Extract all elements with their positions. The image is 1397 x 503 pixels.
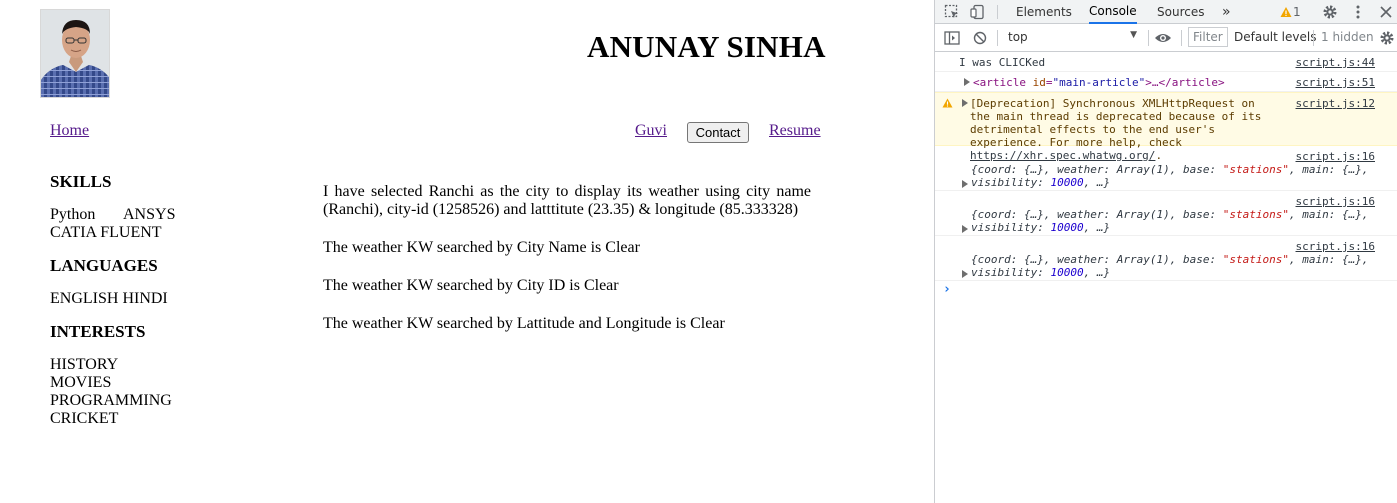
toolbar-divider bbox=[997, 30, 998, 46]
toolbar-divider bbox=[1148, 30, 1149, 46]
device-toolbar-icon[interactable] bbox=[969, 3, 987, 21]
interests-heading: INTERESTS bbox=[50, 322, 146, 341]
skill-item: Python bbox=[50, 206, 96, 223]
toolbar-divider bbox=[1181, 30, 1182, 46]
console-output: I was CLICKed script.js:44 <article id="… bbox=[935, 52, 1397, 301]
interest-item: CRICKET bbox=[50, 410, 119, 427]
web-page: ANUNAY SINHA Home Guvi Contact Resume SK… bbox=[0, 0, 934, 503]
source-link[interactable]: script.js:16 bbox=[1296, 150, 1375, 163]
warning-icon bbox=[942, 98, 953, 111]
languages-list: ENGLISH HINDI bbox=[50, 290, 168, 307]
nav-home-link[interactable]: Home bbox=[50, 122, 89, 140]
main-article: I have selected Ranchi as the city to di… bbox=[323, 183, 811, 353]
log-levels-dropdown[interactable]: Default levels bbox=[1234, 30, 1316, 44]
tab-elements[interactable]: Elements bbox=[1016, 0, 1072, 24]
skill-item: CATIA FLUENT bbox=[50, 224, 162, 241]
clear-console-icon[interactable] bbox=[971, 29, 989, 47]
context-selector[interactable]: top ▼ bbox=[1005, 27, 1140, 47]
console-toolbar: top ▼ Filter Default levels 1 hidden bbox=[935, 24, 1397, 52]
console-object-message: script.js:16 {coord: {…}, weather: Array… bbox=[935, 146, 1397, 191]
expand-triangle-icon[interactable] bbox=[962, 180, 968, 188]
object-preview[interactable]: {coord: {…}, weather: Array(1), base: "s… bbox=[959, 253, 1376, 279]
weather-by-name: The weather KW searched by City Name is … bbox=[323, 239, 640, 256]
console-message: <article id="main-article">…</article> s… bbox=[935, 72, 1397, 92]
source-link[interactable]: script.js:16 bbox=[1296, 195, 1375, 208]
console-element-preview[interactable]: <article id="main-article">…</article> bbox=[965, 76, 1225, 89]
console-log-text: I was CLICKed bbox=[959, 56, 1046, 69]
source-link[interactable]: script.js:44 bbox=[1296, 56, 1375, 69]
inspect-element-icon[interactable] bbox=[943, 3, 961, 21]
person-photo-icon bbox=[41, 10, 109, 97]
weather-by-coords: The weather KW searched by Lattitude and… bbox=[323, 315, 725, 332]
devtools-panel: Elements Console Sources » 1 top ▼ Filte… bbox=[934, 0, 1397, 503]
skills-list: Python ANSYS CATIA FLUENT bbox=[50, 206, 280, 242]
source-link[interactable]: script.js:12 bbox=[1296, 97, 1375, 110]
settings-gear-icon[interactable] bbox=[1321, 3, 1339, 21]
skill-item: ANSYS bbox=[123, 206, 176, 223]
expand-triangle-icon[interactable] bbox=[962, 270, 968, 278]
sidebar-toggle-icon[interactable] bbox=[943, 29, 961, 47]
hidden-messages-count: 1 hidden bbox=[1321, 30, 1374, 44]
interest-item: HISTORY bbox=[50, 356, 119, 373]
context-value: top bbox=[1008, 30, 1028, 44]
console-message: I was CLICKed script.js:44 bbox=[935, 52, 1397, 72]
console-prompt-icon: › bbox=[943, 282, 951, 297]
warning-text: [Deprecation] Synchronous XMLHttpRequest… bbox=[970, 97, 1262, 149]
weather-by-id: The weather KW searched by City ID is Cl… bbox=[323, 277, 619, 294]
console-settings-gear-icon[interactable] bbox=[1378, 29, 1396, 47]
nav-guvi-link[interactable]: Guvi bbox=[635, 122, 667, 140]
expand-triangle-icon[interactable] bbox=[964, 78, 970, 86]
expand-triangle-icon[interactable] bbox=[962, 225, 968, 233]
interest-item: PROGRAMMING bbox=[50, 392, 172, 409]
tab-sources[interactable]: Sources bbox=[1157, 0, 1204, 24]
contact-button[interactable]: Contact bbox=[687, 122, 749, 143]
devtools-tab-bar: Elements Console Sources » 1 bbox=[935, 0, 1397, 24]
source-link[interactable]: script.js:51 bbox=[1296, 76, 1375, 89]
close-icon[interactable] bbox=[1377, 3, 1395, 21]
languages-heading: LANGUAGES bbox=[50, 256, 158, 275]
object-preview[interactable]: {coord: {…}, weather: Array(1), base: "s… bbox=[959, 163, 1376, 189]
chevron-down-icon: ▼ bbox=[1130, 30, 1137, 40]
object-preview[interactable]: {coord: {…}, weather: Array(1), base: "s… bbox=[959, 208, 1376, 234]
page-title: ANUNAY SINHA bbox=[587, 29, 826, 64]
source-link[interactable]: script.js:16 bbox=[1296, 240, 1375, 253]
toolbar-divider bbox=[997, 5, 998, 19]
tab-console[interactable]: Console bbox=[1089, 0, 1137, 24]
warning-icon[interactable] bbox=[1279, 4, 1293, 20]
nav-resume-link[interactable]: Resume bbox=[769, 122, 821, 140]
console-prompt-row[interactable]: › bbox=[935, 281, 1397, 301]
console-object-message: script.js:16 {coord: {…}, weather: Array… bbox=[935, 236, 1397, 281]
more-options-icon[interactable] bbox=[1349, 3, 1367, 21]
interests-list: HISTORY MOVIES PROGRAMMING CRICKET bbox=[50, 356, 280, 428]
interest-item: MOVIES bbox=[50, 374, 112, 391]
live-expression-eye-icon[interactable] bbox=[1153, 28, 1173, 48]
sidebar: SKILLS Python ANSYS CATIA FLUENT LANGUAG… bbox=[50, 170, 280, 443]
warning-count[interactable]: 1 bbox=[1293, 0, 1301, 24]
console-warning-message: [Deprecation] Synchronous XMLHttpRequest… bbox=[935, 92, 1397, 162]
console-filter-input[interactable]: Filter bbox=[1188, 27, 1228, 47]
skills-heading: SKILLS bbox=[50, 172, 112, 191]
console-object-message: script.js:16 {coord: {…}, weather: Array… bbox=[935, 191, 1397, 236]
profile-photo bbox=[40, 9, 110, 98]
weather-intro: I have selected Ranchi as the city to di… bbox=[323, 183, 811, 218]
more-tabs-button[interactable]: » bbox=[1222, 0, 1231, 24]
toolbar-divider bbox=[1313, 30, 1314, 46]
